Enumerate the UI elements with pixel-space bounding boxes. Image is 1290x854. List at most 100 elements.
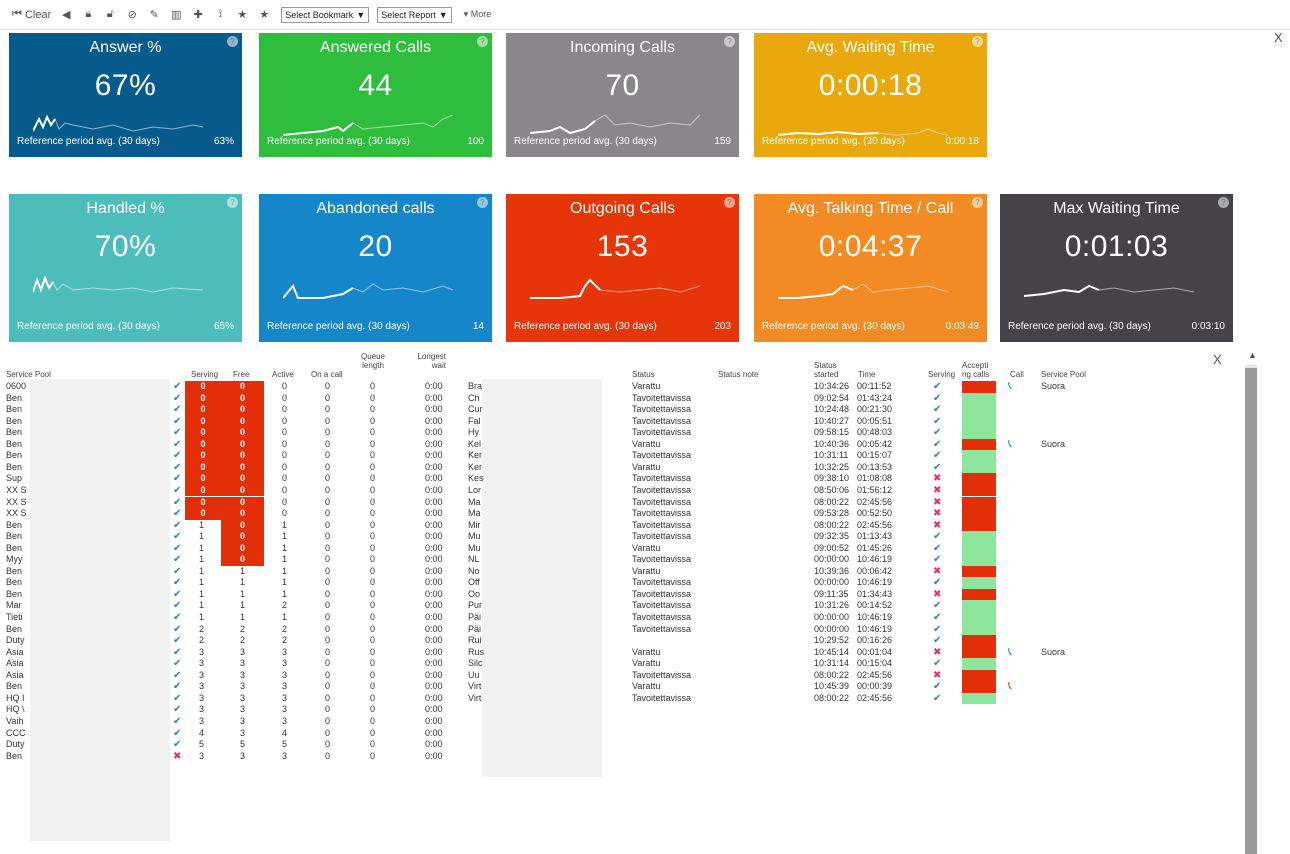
table-row[interactable]: HQ I ✔ 3 3 3 0 0 0:00 (0, 693, 460, 705)
table-row[interactable]: Ben ✔ 0 0 0 0 0 0:00 (0, 438, 460, 451)
kpi-tile[interactable]: ? Answered Calls 44 Reference period avg. (… (259, 33, 492, 157)
close-kpi-panel-button[interactable]: X (1274, 30, 1283, 45)
clear-button[interactable]: ⏮ Clear (10, 6, 53, 24)
table-row[interactable]: Lor Tavoitettavissa 08:50:06 01:56:12 ✖ (466, 484, 1241, 497)
table-row[interactable]: Ch Tavoitettavissa 09:02:54 01:43:24 ✔ (466, 392, 1241, 405)
table-row[interactable]: Ben ✔ 0 0 0 0 0 0:00 (0, 461, 460, 474)
table-row[interactable]: CCC ✔ 4 3 4 0 0 0:00 (0, 728, 460, 740)
table-row[interactable]: Cur Tavoitettavissa 10:24:48 00:21:30 ✔ (466, 404, 1241, 416)
table-row[interactable]: Bra Varattu 10:34:26 00:11:52 ✔ 📞︎ Suora (466, 380, 1241, 393)
table-row[interactable]: Asia ✔ 3 3 3 0 0 0:00 (0, 670, 460, 682)
table-row[interactable]: Oo Tavoitettavissa 09:11:35 01:34:43 ✖ (466, 588, 1241, 601)
phone-icon[interactable]: 📞︎ (1008, 438, 1012, 451)
table-row[interactable]: Ben ✔ 1 1 1 0 0 0:00 (0, 577, 460, 589)
table-row[interactable]: Uu Tavoitettavissa 08:00:22 02:45:56 ✖ (466, 669, 1241, 682)
table-row[interactable]: Ben ✔ 1 0 1 0 0 0:00 (0, 531, 460, 543)
bookmark-select[interactable]: Select Bookmark ▼ (281, 6, 370, 23)
table-row[interactable]: Rus Varattu 10:45:14 00:01:04 ✖ 📞︎ Suora (466, 646, 1241, 659)
header-longest-wait[interactable]: Longest wait (410, 352, 446, 370)
header-service-pool[interactable]: Service Pool (6, 370, 51, 379)
table-row[interactable]: Ma Tavoitettavissa 09:53:28 00:52:50 ✖ (466, 508, 1241, 520)
header-time[interactable]: Time (858, 370, 875, 379)
table-row[interactable]: Ben ✔ 1 1 1 0 0 0:00 (0, 566, 460, 578)
table-row[interactable]: Ben ✔ 1 0 1 0 0 0:00 (0, 542, 460, 555)
table-row[interactable]: Kel Varattu 10:40:36 00:05:42 ✔ 📞︎ Suora (466, 438, 1241, 451)
phone-icon[interactable]: 📞︎ (1008, 646, 1012, 659)
table-row[interactable]: Asia ✔ 3 3 3 0 0 0:00 (0, 647, 460, 659)
table-row[interactable]: Tieti ✔ 1 1 1 0 0 0:00 (0, 612, 460, 624)
table-row[interactable]: Mu Tavoitettavissa 09:32:35 01:13:43 ✔ (466, 531, 1241, 543)
help-icon[interactable]: ? (972, 197, 983, 208)
kpi-tile[interactable]: ? Abandoned calls 20 Reference period avg. … (259, 194, 492, 342)
table-row[interactable]: Pur Tavoitettavissa 10:31:26 00:14:52 ✔ (466, 600, 1241, 612)
table-row[interactable]: Päi Tavoitettavissa 00:00:00 10:46:19 ✔ (466, 612, 1241, 624)
close-agent-panel-button[interactable]: X (1213, 352, 1222, 367)
table-row[interactable]: HQ \ ✔ 3 3 3 0 0 0:00 (0, 704, 460, 716)
table-row[interactable]: Duty ✔ 2 2 2 0 0 0:00 (0, 635, 460, 647)
kpi-tile[interactable]: ? Avg. Talking Time / Call 0:04:37 Referenc… (754, 194, 987, 342)
table-row[interactable]: Sup ✔ 0 0 0 0 0 0:00 (0, 473, 460, 485)
table-row[interactable]: Fal Tavoitettavissa 10:40:27 00:05:51 ✔ (466, 415, 1241, 428)
table-row[interactable]: Ben ✔ 0 0 0 0 0 0:00 (0, 404, 460, 416)
header-status-note[interactable]: Status note (718, 370, 758, 379)
header-active[interactable]: Active (272, 370, 294, 379)
table-row[interactable]: Ben ✖ 3 3 3 0 0 0:00 (0, 751, 460, 763)
table-row[interactable]: Ben ✔ 0 0 0 0 0 0:00 (0, 392, 460, 405)
header-serving[interactable]: Serving (928, 370, 955, 379)
help-icon[interactable]: ? (477, 197, 488, 208)
table-row[interactable]: Ma Tavoitettavissa 08:00:22 02:45:56 ✖ (466, 496, 1241, 509)
table-row[interactable]: Kes Tavoitettavissa 09:38:10 01:08:08 ✖ (466, 473, 1241, 485)
unlock-icon[interactable]: 🔓︎ (101, 6, 119, 24)
lock-icon[interactable]: 🔒︎ (79, 6, 97, 24)
pin-icon[interactable]: ⟟ (211, 6, 229, 24)
header-service-pool[interactable]: Service Pool (1041, 370, 1086, 379)
table-row[interactable]: Myy ✔ 1 0 1 0 0 0:00 (0, 554, 460, 566)
table-row[interactable]: Ben ✔ 2 2 2 0 0 0:00 (0, 624, 460, 636)
kpi-tile[interactable]: ? Max Waiting Time 0:01:03 Reference period… (1000, 194, 1233, 342)
edit-icon[interactable]: ✎ (145, 6, 163, 24)
table-row[interactable]: Asia ✔ 3 3 3 0 0 0:00 (0, 658, 460, 670)
header-free[interactable]: Free (233, 370, 249, 379)
table-row[interactable]: No Varattu 10:39:36 00:06:42 ✖ (466, 565, 1241, 578)
help-icon[interactable]: ? (1218, 197, 1229, 208)
table-row[interactable]: XX S ✔ 0 0 0 0 0 0:00 (0, 484, 460, 497)
table-row[interactable]: Ker Varattu 10:32:25 00:13:53 ✔ (466, 461, 1241, 474)
table-row[interactable]: Silc Varattu 10:31:14 00:15:04 ✔ (466, 658, 1241, 670)
table-row[interactable]: Virt Varattu 10:45:39 00:00:39 ✔ 📞︎ (466, 681, 1241, 693)
help-icon[interactable]: ? (227, 197, 238, 208)
header-call[interactable]: Call (1010, 370, 1024, 379)
header-status[interactable]: Status (632, 370, 655, 379)
bookmark-add-icon[interactable]: ★ (233, 6, 251, 24)
back-icon[interactable]: ◀ (57, 6, 75, 24)
table-row[interactable]: Ben ✔ 0 0 0 0 0 0:00 (0, 427, 460, 439)
table-row[interactable]: 0600 ✔ 0 0 0 0 0 0:00 (0, 381, 460, 393)
table-row[interactable]: Vaih ✔ 3 3 3 0 0 0:00 (0, 716, 460, 728)
kpi-tile[interactable]: ? Answer % 67% Reference period avg. (30 da… (9, 33, 242, 157)
help-icon[interactable]: ? (477, 36, 488, 47)
table-row[interactable]: Rui 10:29:52 00:16:26 ✔ (466, 635, 1241, 647)
help-icon[interactable]: ? (724, 197, 735, 208)
help-icon[interactable]: ? (724, 36, 735, 47)
table-row[interactable]: Mu Varattu 09:00:52 01:45:26 ✔ (466, 542, 1241, 555)
bookmark-remove-icon[interactable]: ★ (255, 6, 273, 24)
table-row[interactable]: Mir Tavoitettavissa 08:00:22 02:45:56 ✖ (466, 519, 1241, 532)
kpi-tile[interactable]: ? Avg. Waiting Time 0:00:18 Reference perio… (754, 33, 987, 157)
report-select[interactable]: Select Report ▼ (377, 6, 452, 23)
header-status-started[interactable]: Status started (814, 361, 838, 379)
kpi-tile[interactable]: ? Handled % 70% Reference period avg. (30 d… (9, 194, 242, 342)
table-row[interactable]: Päi Tavoitettavissa 00:00:00 10:46:19 ✔ (466, 623, 1241, 636)
phone-icon[interactable]: 📞︎ (1008, 681, 1012, 693)
table-row[interactable]: Ben ✔ 1 0 1 0 0 0:00 (0, 519, 460, 532)
table-row[interactable]: Virt Tavoitettavissa 08:00:22 02:45:56 ✔ (466, 692, 1241, 705)
scroll-up-icon[interactable]: ▲ (1248, 350, 1257, 360)
table-row[interactable]: XX S ✔ 0 0 0 0 0 0:00 (0, 496, 460, 509)
table-row[interactable]: Ben ✔ 3 3 3 0 0 0:00 (0, 681, 460, 693)
table-row[interactable]: Hy Tavoitettavissa 09:58:15 00:48:03 ✔ (466, 427, 1241, 439)
clear-selection-icon[interactable]: ⊘ (123, 6, 141, 24)
more-button[interactable]: ▾ More (464, 9, 492, 20)
table-row[interactable]: XX S ✔ 0 0 0 0 0 0:00 (0, 508, 460, 520)
add-icon[interactable]: ✚ (189, 6, 207, 24)
help-icon[interactable]: ? (227, 36, 238, 47)
header-queue-length[interactable]: Queue length (356, 352, 390, 370)
scrollbar-thumb[interactable] (1245, 368, 1257, 854)
